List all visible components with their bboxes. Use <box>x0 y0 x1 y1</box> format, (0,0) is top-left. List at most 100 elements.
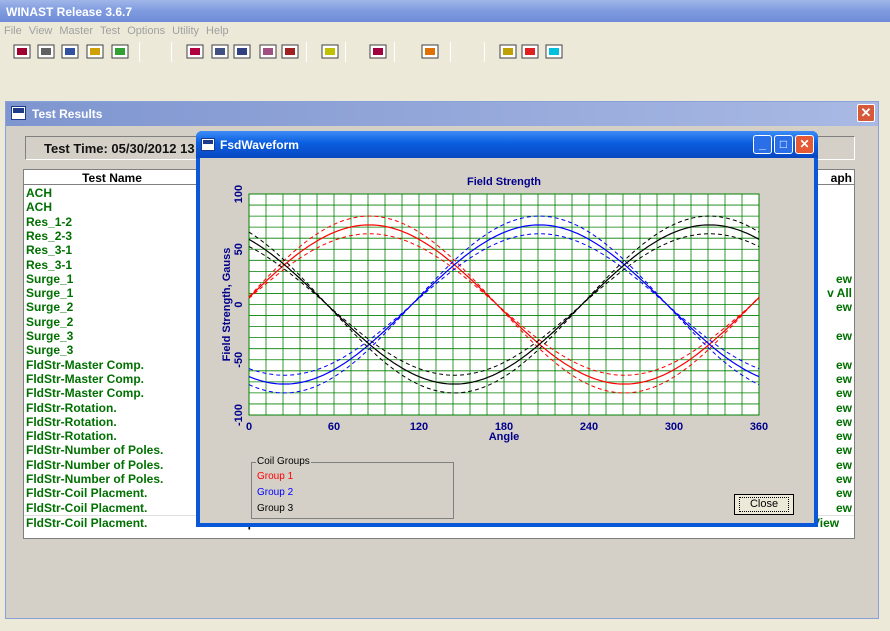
print-icon[interactable] <box>36 42 56 62</box>
color-icon[interactable] <box>420 42 440 62</box>
notes-icon[interactable] <box>320 42 340 62</box>
header-test-name: Test Name <box>82 171 142 185</box>
view-link[interactable]: ew <box>836 372 852 386</box>
legend-item: Group 2 <box>257 487 294 498</box>
test-name-cell: Surge_1 <box>26 286 74 301</box>
menu-master[interactable]: Master <box>59 25 93 37</box>
report-icon[interactable] <box>232 42 252 62</box>
test-name-cell: FldStr-Coil Placment. <box>26 500 148 515</box>
fsd-waveform-title: FsdWaveform <box>220 138 299 152</box>
cross-icon[interactable] <box>544 42 564 62</box>
toolbar <box>0 40 890 100</box>
view-link[interactable]: ew <box>836 458 852 472</box>
view-link[interactable]: ew <box>836 443 852 457</box>
test-name-cell: Res_1-2 <box>26 214 73 229</box>
test-name-cell: FldStr-Number of Poles. <box>26 472 164 486</box>
check-icon[interactable] <box>110 42 130 62</box>
table-icon[interactable] <box>60 42 80 62</box>
view-link[interactable]: ew <box>836 358 852 372</box>
minimize-icon[interactable]: _ <box>753 135 772 154</box>
test-name-cell: FldStr-Number of Poles. <box>26 457 164 472</box>
run-icon[interactable] <box>12 42 32 62</box>
test-name-cell: ACH <box>26 200 52 215</box>
view-link[interactable]: ew <box>836 486 852 500</box>
legend-item: Group 3 <box>257 503 294 514</box>
test-time: Test Time: 05/30/2012 13 <box>44 141 195 156</box>
x-tick-label: 120 <box>410 421 428 433</box>
network-icon[interactable] <box>280 42 300 62</box>
toolbar-separator <box>394 42 395 62</box>
test-name-cell: Surge_3 <box>26 343 74 358</box>
toolbar-separator <box>139 42 140 62</box>
fsd-waveform-title-bar[interactable]: FsdWaveform _ □ ✕ <box>196 131 818 158</box>
fsd-waveform-body: Field Strength Angle Field Strength, Gauss… <box>200 158 814 523</box>
test-name-cell: ACH <box>26 186 52 200</box>
y-tick-label: -100 <box>233 404 245 426</box>
view-link[interactable]: ew <box>836 386 852 400</box>
close-button-label: Close <box>738 497 790 512</box>
close-icon[interactable]: ✕ <box>795 135 814 154</box>
test-name-cell: Surge_3 <box>26 329 74 343</box>
motor-icon[interactable] <box>185 42 205 62</box>
view-link[interactable]: ew <box>836 472 852 486</box>
toolbar-separator <box>450 42 451 62</box>
x-tick-label: 180 <box>495 421 513 433</box>
maximize-icon[interactable]: □ <box>774 135 793 154</box>
menu-test[interactable]: Test <box>100 25 120 37</box>
test-name-cell: Res_3-1 <box>26 243 73 258</box>
menu-bar: File View Master Test Options Utility Help <box>0 22 890 40</box>
grid-icon[interactable] <box>210 42 230 62</box>
fsd-waveform-window: FsdWaveform _ □ ✕ Field Strength Angle Fie… <box>196 131 818 527</box>
toolbar-separator <box>171 42 172 62</box>
y-tick-label: -50 <box>233 352 245 368</box>
field-strength-chart: Field StrengthAngleField Strength, Gauss… <box>221 176 768 443</box>
menu-view[interactable]: View <box>29 25 53 37</box>
legend-item: Group 1 <box>257 471 294 482</box>
view-link[interactable]: ew <box>836 401 852 415</box>
test-name-cell: Surge_2 <box>26 314 74 329</box>
chart-title: Field Strength <box>467 176 541 188</box>
toolbar-separator <box>306 42 307 62</box>
view-link[interactable]: ew <box>836 300 852 314</box>
window-app-icon <box>201 138 215 151</box>
test-results-title-bar: Test Results ✕ <box>6 102 878 126</box>
edit-icon[interactable] <box>85 42 105 62</box>
menu-utility[interactable]: Utility <box>172 25 199 37</box>
test-name-cell: FldStr-Master Comp. <box>26 386 145 401</box>
test-name-cell: FldStr-Master Comp. <box>26 371 145 386</box>
view-link[interactable]: ew <box>836 429 852 443</box>
close-button[interactable]: Close <box>734 494 794 515</box>
menu-help[interactable]: Help <box>206 25 229 37</box>
config-icon[interactable] <box>258 42 278 62</box>
test-name-cell: Surge_2 <box>26 300 74 315</box>
x-tick-label: 0 <box>246 421 252 433</box>
header-graph: aph <box>830 171 852 185</box>
x-tick-label: 60 <box>328 421 340 433</box>
view-link[interactable]: ew <box>836 272 852 286</box>
legend-title: Coil Groups <box>256 456 311 467</box>
cell-name: FldStr-Coil Placment. <box>26 515 148 530</box>
test-name-cell: Res_2-3 <box>26 228 73 243</box>
star-icon[interactable] <box>520 42 540 62</box>
app-title-bar: WINAST Release 3.6.7 <box>0 0 890 22</box>
test-name-cell: Surge_1 <box>26 271 74 286</box>
close-icon[interactable]: ✕ <box>857 104 875 122</box>
diamond-icon[interactable] <box>498 42 518 62</box>
y-tick-label: 50 <box>233 243 245 255</box>
view-link[interactable]: ew <box>836 329 852 343</box>
test-name-cell: FldStr-Coil Placment. <box>26 486 148 501</box>
test-results-title: Test Results <box>32 107 103 121</box>
motor2-icon[interactable] <box>368 42 388 62</box>
y-tick-label: 0 <box>233 301 245 307</box>
test-name-cell: FldStr-Rotation. <box>26 400 117 415</box>
app-title: WINAST Release 3.6.7 <box>6 5 133 19</box>
menu-options[interactable]: Options <box>127 25 165 37</box>
menu-file[interactable]: File <box>4 25 22 37</box>
x-tick-label: 300 <box>665 421 683 433</box>
window-app-icon <box>11 106 26 120</box>
view-link[interactable]: v All <box>827 286 852 300</box>
toolbar-separator <box>484 42 485 62</box>
y-axis-label: Field Strength, Gauss <box>221 248 233 362</box>
view-link[interactable]: ew <box>836 415 852 429</box>
view-link[interactable]: ew <box>836 501 852 515</box>
